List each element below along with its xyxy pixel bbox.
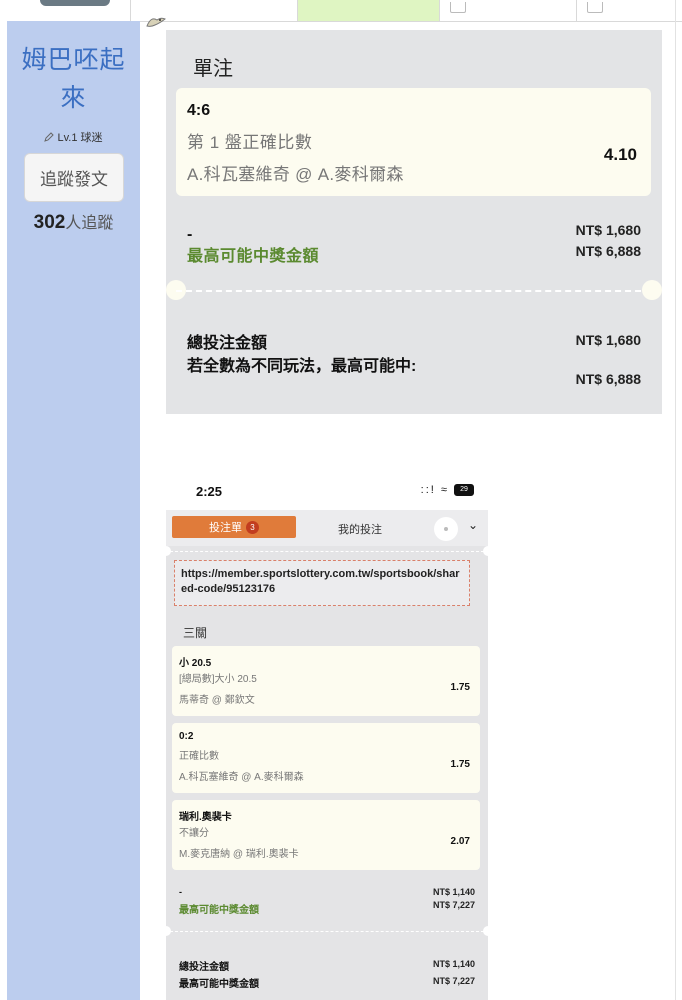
tab-my-bets[interactable]: 我的投注 xyxy=(338,521,382,537)
author-sidebar: 姆巴呸起 來 Lv.1 球迷 追蹤發文 302人追蹤 xyxy=(7,21,140,1000)
right-divider xyxy=(675,0,676,1000)
selection-market: 第 1 盤正確比數 xyxy=(187,133,313,152)
parlay-label: 三關 xyxy=(183,626,208,640)
note-max-win-amount: NT$ 6,888 xyxy=(575,371,641,387)
total-stake-label: 總投注金額 xyxy=(187,335,268,352)
selection-pick: 4:6 xyxy=(187,102,211,119)
follow-button[interactable]: 追蹤發文 xyxy=(24,153,124,202)
followers-suffix: 人追蹤 xyxy=(65,215,114,232)
leg-pick: 小 20.5 xyxy=(179,658,212,669)
tab-betslip-label: 投注單 xyxy=(209,522,242,534)
pencil-icon xyxy=(44,132,55,142)
leg-match: A.科瓦塞維奇 @ A.麥科爾森 xyxy=(179,772,304,783)
phone-total-max-win-amount: NT$ 7,227 xyxy=(432,976,475,986)
tab-checkbox-icon xyxy=(587,2,603,13)
followers-number: 302 xyxy=(33,212,66,233)
leg-match: 馬蒂奇 @ 鄭欽文 xyxy=(179,695,255,706)
top-tab-4[interactable] xyxy=(576,0,682,22)
tab-checkbox-icon xyxy=(450,2,466,13)
embedded-phone-screenshot: 2:25 ::! ≈ 29 投注單 3 我的投注 ⌄ https://member… xyxy=(166,470,488,1000)
phone-status-icons: ::! ≈ 29 xyxy=(420,484,474,497)
different-play-note: 若全數為不同玩法，最高可能中: xyxy=(187,358,417,375)
leg-match: M.麥克唐納 @ 瑞利.奧裴卡 xyxy=(179,849,299,860)
bet-selection: 4:6 第 1 盤正確比數 A.科瓦塞維奇 @ A.麥科爾森 4.10 xyxy=(176,88,651,196)
phone-max-win-label: 最高可能中獎金額 xyxy=(179,905,259,916)
chevron-down-icon[interactable]: ⌄ xyxy=(468,518,478,532)
share-code-url[interactable]: https://member.sportslottery.com.tw/spor… xyxy=(174,560,470,606)
leg-pick: 瑞利.奧裴卡 xyxy=(179,812,232,823)
author-name[interactable]: 姆巴呸起 來 xyxy=(7,41,140,117)
signal-wifi-icon: ::! ≈ xyxy=(420,484,449,496)
top-tab-strip xyxy=(0,0,682,22)
selection-match: A.科瓦塞維奇 @ A.麥科爾森 xyxy=(187,165,404,184)
phone-divider xyxy=(170,931,484,932)
leg-market: 正確比數 xyxy=(179,751,219,762)
cropped-thumbnail xyxy=(40,0,110,6)
leg-market: [總局數]大小 20.5 xyxy=(179,674,257,685)
battery-icon: 29 xyxy=(454,484,474,497)
leg-pick: 0:2 xyxy=(179,731,194,742)
ticket-divider xyxy=(176,290,651,292)
betslip-count-badge: 3 xyxy=(246,520,259,534)
phone-stake-amount: NT$ 1,140 xyxy=(432,887,475,897)
phone-total-stake-label: 總投注金額 xyxy=(179,962,229,973)
settings-dot-button[interactable] xyxy=(434,517,458,541)
user-level: Lv.1 球迷 xyxy=(7,129,140,145)
top-tab-3[interactable] xyxy=(439,0,576,22)
max-win-label: 最高可能中獎金額 xyxy=(187,248,320,265)
parlay-leg: 小 20.5 [總局數]大小 20.5 馬蒂奇 @ 鄭欽文 1.75 xyxy=(172,646,480,716)
parlay-leg: 0:2 正確比數 A.科瓦塞維奇 @ A.麥科爾森 1.75 xyxy=(172,723,480,793)
author-name-line1[interactable]: 姆巴呸起 xyxy=(7,41,140,79)
followers-count: 302人追蹤 xyxy=(7,209,140,234)
leg-market: 不讓分 xyxy=(179,828,209,839)
bet-type-title: 單注 xyxy=(193,58,233,80)
ticket-notch-right xyxy=(642,280,662,300)
phone-notch-right xyxy=(483,546,488,556)
top-tab-2-active[interactable] xyxy=(297,0,439,22)
tab-betslip[interactable]: 投注單 3 xyxy=(172,516,296,538)
parlay-leg: 瑞利.奧裴卡 不讓分 M.麥克唐納 @ 瑞利.奧裴卡 2.07 xyxy=(172,800,480,870)
phone-notch-right-2 xyxy=(483,926,488,936)
phone-total-max-win-label: 最高可能中獎金額 xyxy=(179,979,259,990)
single-bet-card: 單注 4:6 第 1 盤正確比數 A.科瓦塞維奇 @ A.麥科爾森 4.10 -… xyxy=(166,30,662,414)
stake-amount: NT$ 1,680 xyxy=(575,222,641,238)
phone-status-bar: 2:25 ::! ≈ 29 xyxy=(166,470,488,510)
selection-odds: 4.10 xyxy=(603,145,637,164)
phone-total-stake-amount: NT$ 1,140 xyxy=(432,959,475,969)
phone-time: 2:25 xyxy=(196,484,223,499)
leg-odds: 2.07 xyxy=(450,836,470,847)
total-stake-amount: NT$ 1,680 xyxy=(575,332,641,348)
phone-stake-label: - xyxy=(179,887,182,897)
max-win-amount: NT$ 6,888 xyxy=(575,243,641,259)
leg-odds: 1.75 xyxy=(450,682,470,693)
phone-top-divider xyxy=(170,551,484,552)
author-name-line2[interactable]: 來 xyxy=(7,79,140,117)
bird-sticker-icon xyxy=(146,17,166,27)
phone-max-win-amount: NT$ 7,227 xyxy=(432,900,475,910)
phone-tab-bar: 投注單 3 我的投注 ⌄ xyxy=(166,510,488,546)
leg-odds: 1.75 xyxy=(450,759,470,770)
user-level-text: Lv.1 球迷 xyxy=(57,132,103,144)
